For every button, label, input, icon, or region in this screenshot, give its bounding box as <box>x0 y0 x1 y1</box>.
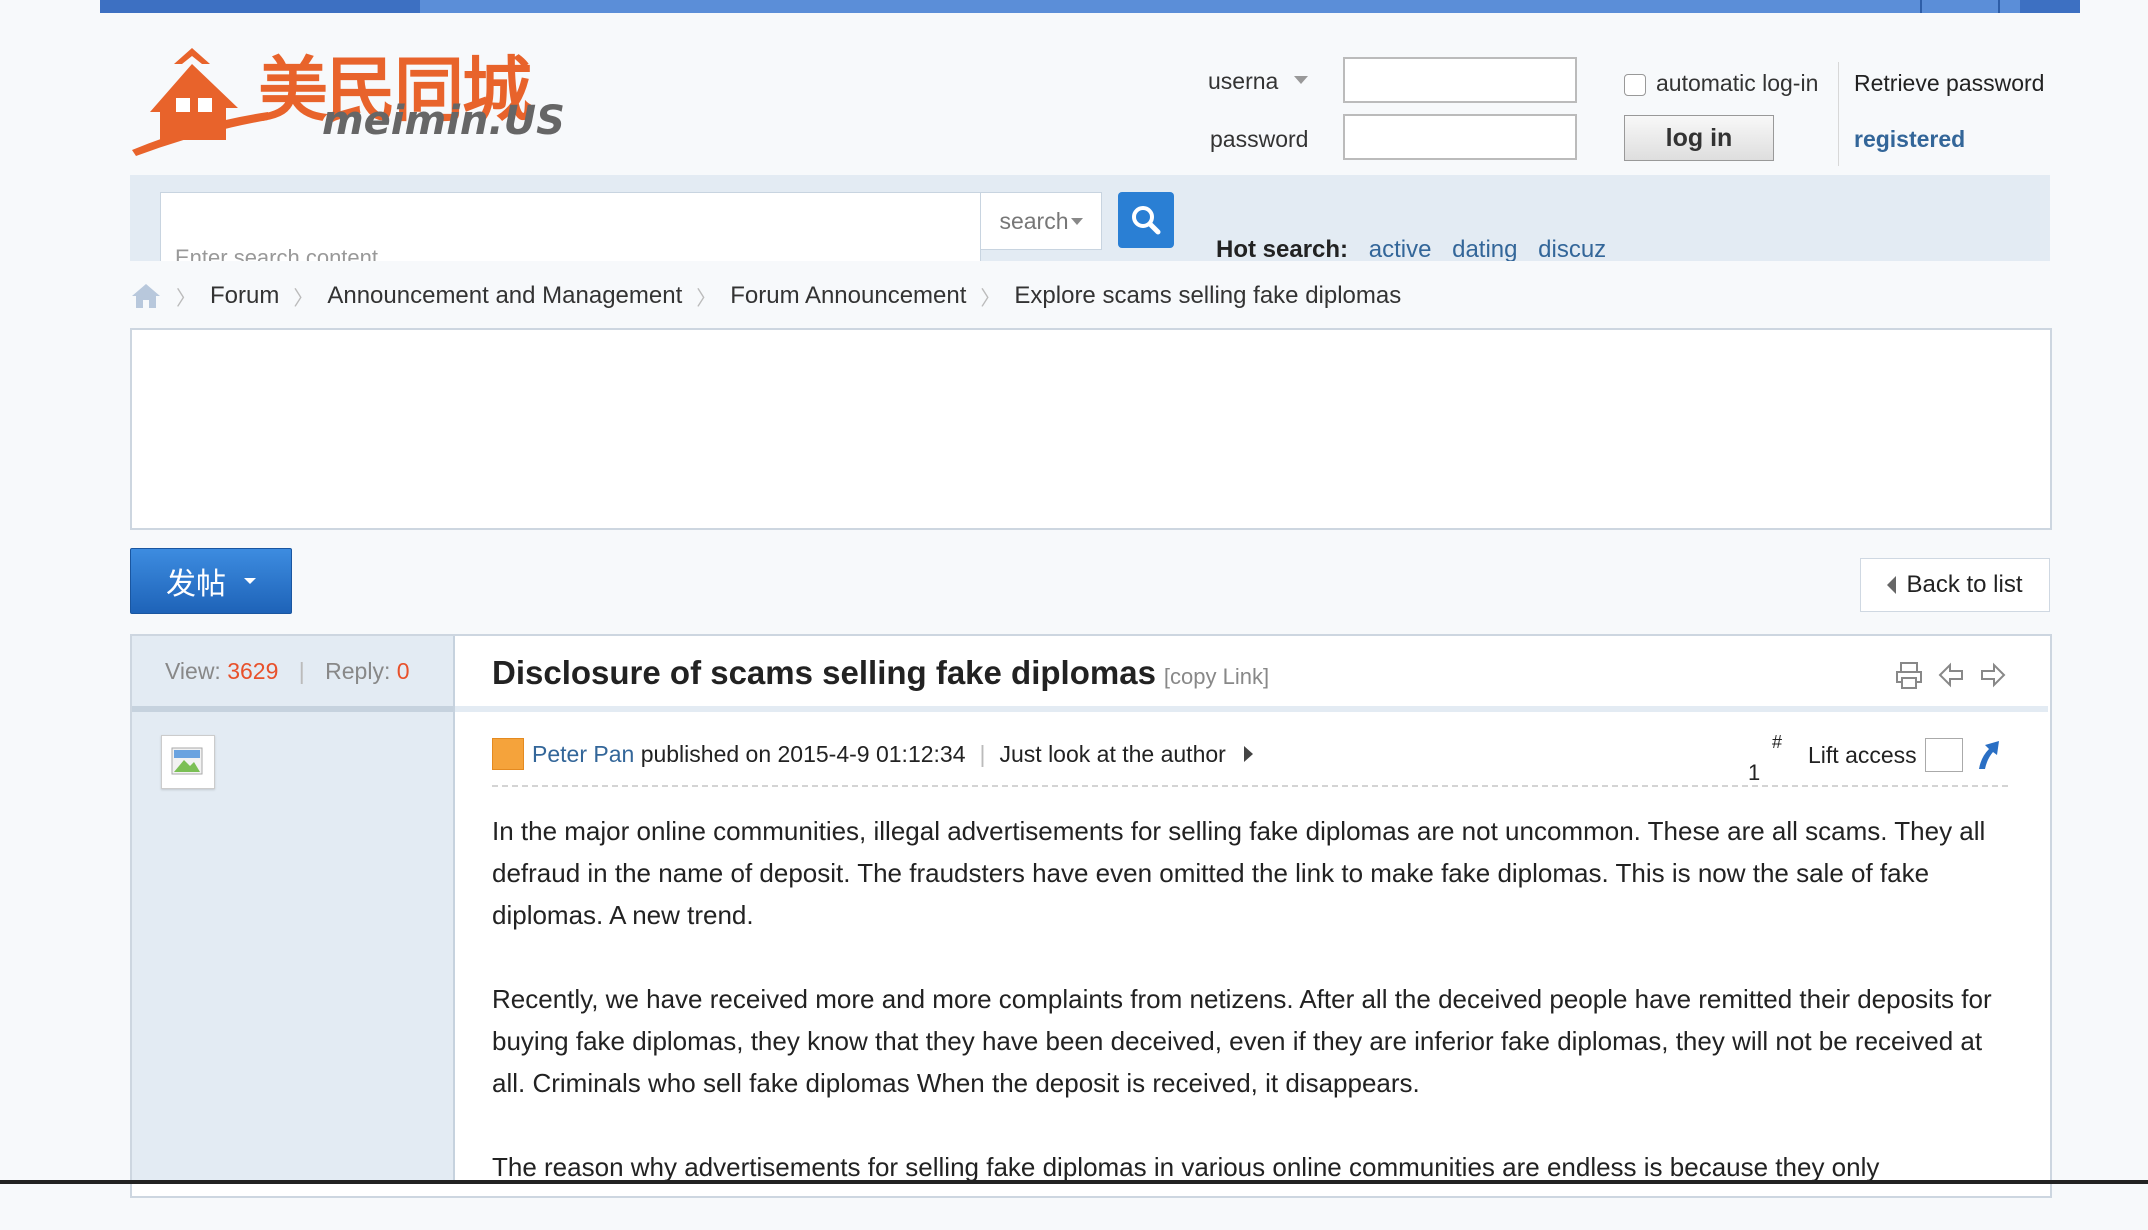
caret-down-icon <box>244 578 256 584</box>
only-author-link[interactable]: Just look at the author <box>1000 741 1226 768</box>
caret-left-icon <box>1887 576 1897 594</box>
breadcrumb-separator: 〉 <box>176 287 196 310</box>
lift-access-label: Lift access <box>1808 741 1917 768</box>
thread-stats: View: 3629 | Reply: 0 <box>165 658 410 685</box>
house-logo-icon <box>132 48 268 156</box>
login-button[interactable]: log in <box>1624 115 1774 161</box>
search-type-label: search <box>999 207 1069 234</box>
logo-en-text: meimin.US <box>322 98 565 144</box>
hot-search-label: Hot search: <box>1216 236 1349 261</box>
window-bottom-edge <box>0 1180 2148 1184</box>
copy-link[interactable]: [copy Link] <box>1164 664 1269 689</box>
password-input[interactable] <box>1343 114 1577 160</box>
floor-hash: # <box>1772 732 1783 752</box>
ad-banner-area <box>130 328 2052 530</box>
breadcrumb-separator: 〉 <box>293 287 314 310</box>
username-input[interactable] <box>1343 57 1577 103</box>
site-logo[interactable]: 美民同城 meimin.US <box>130 34 565 156</box>
password-label: password <box>1210 126 1309 152</box>
published-date: published on 2015-4-9 01:12:34 <box>640 740 966 767</box>
breadcrumb-forum-announcement[interactable]: Forum Announcement <box>730 282 966 310</box>
jump-icon[interactable] <box>1971 739 2005 771</box>
search-placeholder: Enter search content <box>175 245 379 261</box>
lift-access: Lift access <box>1808 738 2005 772</box>
author-sidebar <box>132 636 455 1184</box>
author-line-separator <box>492 785 2008 787</box>
post-content: In the major online communities, illegal… <box>492 810 2012 1230</box>
breadcrumb-separator: 〉 <box>980 287 1001 310</box>
auto-login-label: automatic log-in <box>1656 70 1819 96</box>
back-to-list-label: Back to list <box>1906 571 2023 598</box>
floor-jump-input[interactable] <box>1924 738 1963 772</box>
search-input[interactable]: Enter search content <box>160 192 981 261</box>
reply-label: Reply: <box>325 658 391 684</box>
breadcrumb-separator: 〉 <box>696 287 717 310</box>
hot-search: Hot search: active dating discuz <box>1216 236 1606 261</box>
hot-search-item[interactable]: discuz <box>1538 236 1606 261</box>
post-tools <box>1894 660 2008 690</box>
post-title: Disclosure of scams selling fake diploma… <box>492 654 1269 692</box>
back-to-list-button[interactable]: Back to list <box>1860 558 2050 612</box>
username-type-dropdown-icon[interactable] <box>1294 76 1308 84</box>
post-author-line: Peter Pan published on 2015-4-9 01:12:34… <box>492 738 1253 770</box>
search-icon <box>1132 206 1161 235</box>
hot-search-item[interactable]: active <box>1369 236 1432 261</box>
online-user-icon <box>492 738 524 770</box>
chevron-down-icon <box>1070 217 1083 225</box>
breadcrumb: 〉 Forum 〉 Announcement and Management 〉 … <box>130 278 1401 314</box>
breadcrumb-forum[interactable]: Forum <box>210 282 279 310</box>
avatar[interactable] <box>161 735 215 789</box>
previous-thread-icon[interactable] <box>1936 660 1966 690</box>
breadcrumb-current: Explore scams selling fake diplomas <box>1014 282 1402 309</box>
reply-count: 0 <box>396 658 410 684</box>
login-divider <box>1838 62 1839 166</box>
top-nav-strip <box>420 0 2020 13</box>
view-count: 3629 <box>227 658 279 684</box>
search-button[interactable] <box>1118 192 1174 248</box>
title-divider <box>455 706 2048 712</box>
stats-divider: | <box>298 658 305 684</box>
author-name-link[interactable]: Peter Pan <box>532 741 634 768</box>
new-post-label: 发帖 <box>166 567 226 602</box>
floor-num: 1 <box>1748 760 1761 785</box>
new-post-button[interactable]: 发帖 <box>130 548 292 614</box>
post-paragraph: Recently, we have received more and more… <box>492 984 1992 1098</box>
post-paragraph: In the major online communities, illegal… <box>492 816 1986 930</box>
auto-login-checkbox[interactable] <box>1624 74 1646 96</box>
print-icon[interactable] <box>1894 660 1924 690</box>
username-label: userna <box>1208 68 1279 94</box>
broken-image-icon <box>171 747 203 775</box>
view-label: View: <box>165 658 221 684</box>
next-thread-icon[interactable] <box>1978 660 2008 690</box>
top-nav-divider <box>1998 0 2000 13</box>
register-link[interactable]: registered <box>1854 126 1965 153</box>
sidebar-divider <box>132 706 453 712</box>
breadcrumb-announcement-management[interactable]: Announcement and Management <box>327 282 682 310</box>
caret-right-icon <box>1243 746 1253 762</box>
search-type-select[interactable]: search <box>980 192 1102 250</box>
top-nav-bar <box>100 0 2080 13</box>
post-title-text: Disclosure of scams selling fake diploma… <box>492 654 1156 691</box>
hot-search-item[interactable]: dating <box>1452 236 1517 261</box>
top-nav-divider <box>1920 0 1922 13</box>
author-line-divider: | <box>979 740 986 767</box>
home-icon[interactable] <box>130 282 162 310</box>
retrieve-password-link[interactable]: Retrieve password <box>1854 70 2044 97</box>
